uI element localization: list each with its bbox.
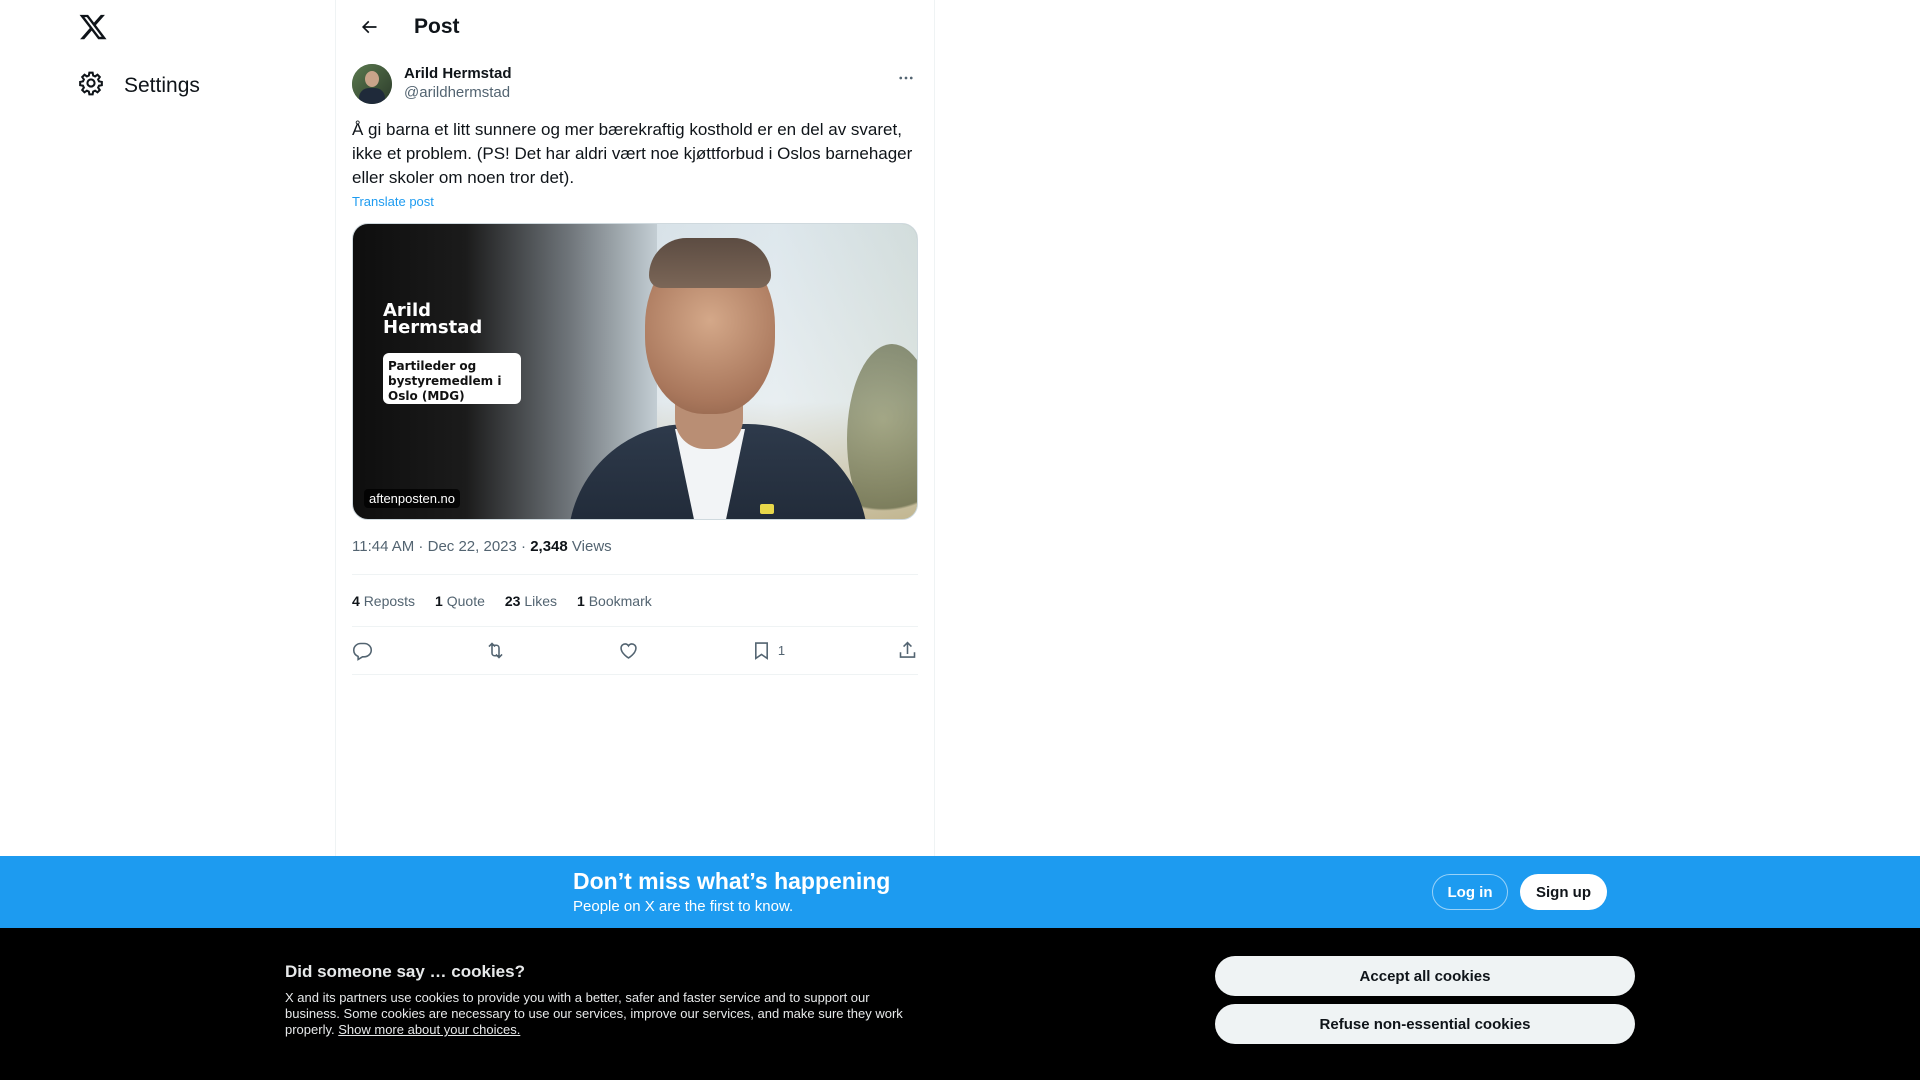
bookmark-icon [754, 642, 768, 660]
share-icon [899, 641, 916, 658]
post-time[interactable]: 11:44 AM [352, 538, 414, 555]
media-name-overlay: Arild Hermstad [383, 302, 483, 338]
top-bar: Post [336, 0, 934, 53]
cookie-text: X and its partners use cookies to provid… [285, 990, 925, 1038]
left-nav: Settings [0, 0, 335, 856]
post-actions: 1 [352, 627, 918, 675]
reply-icon [352, 642, 373, 661]
post-media-card[interactable]: Arild Hermstad Partileder og bystyremedl… [352, 223, 918, 520]
login-button[interactable]: Log in [1432, 874, 1508, 910]
media-source-label: aftenposten.no [364, 489, 461, 508]
accept-cookies-button[interactable]: Accept all cookies [1215, 956, 1635, 996]
reposts-stat[interactable]: 4 Reposts [352, 593, 415, 609]
more-dots-icon [899, 76, 913, 80]
post-meta: 11:44 AM · Dec 22, 2023 · 2,348 Views [352, 538, 612, 555]
banner-headline: Don’t miss what’s happening [573, 868, 891, 894]
page-title: Post [414, 14, 460, 38]
x-logo-icon[interactable] [78, 12, 110, 44]
nav-settings-label: Settings [124, 73, 200, 97]
gear-icon [78, 70, 104, 101]
banner-subtext: People on X are the first to know. [573, 898, 794, 915]
repost-button[interactable] [485, 640, 506, 661]
author-info: Arild Hermstad @arildhermstad [404, 64, 512, 102]
signup-button[interactable]: Sign up [1520, 874, 1607, 910]
repost-icon [488, 642, 503, 659]
quotes-stat[interactable]: 1 Quote [435, 593, 485, 609]
reply-button[interactable] [352, 640, 373, 661]
login-banner: Don’t miss what’s happening People on X … [0, 856, 1920, 928]
media-role-label: Partileder og bystyremedlem i Oslo (MDG) [383, 353, 521, 404]
views-count: 2,348 [530, 538, 568, 555]
more-options-button[interactable] [894, 66, 918, 90]
back-button[interactable] [352, 10, 386, 44]
share-button[interactable] [897, 640, 918, 661]
avatar[interactable] [352, 64, 392, 104]
translate-post-link[interactable]: Translate post [352, 194, 434, 209]
views-label: Views [571, 538, 612, 555]
post-stats: 4 Reposts 1 Quote 23 Likes 1 Bookmark [352, 574, 918, 627]
cookie-consent-bar: Did someone say … cookies? X and its par… [0, 928, 1920, 1080]
arrow-left-icon [361, 20, 377, 33]
likes-stat[interactable]: 23 Likes [505, 593, 557, 609]
bookmark-button[interactable]: 1 [751, 640, 785, 661]
author-handle[interactable]: @arildhermstad [404, 83, 512, 102]
like-button[interactable] [618, 640, 639, 661]
post-date[interactable]: Dec 22, 2023 [428, 538, 517, 555]
bookmark-count: 1 [777, 643, 786, 658]
main-column: Post Arild Hermstad @arildhermstad Å gi … [335, 0, 935, 856]
author-name[interactable]: Arild Hermstad [404, 64, 512, 83]
post-header: Arild Hermstad @arildhermstad [352, 64, 918, 106]
post: Arild Hermstad @arildhermstad Å gi barna… [352, 64, 918, 675]
cookie-title: Did someone say … cookies? [285, 962, 525, 981]
media-name-line2: Hermstad [383, 317, 483, 338]
refuse-cookies-button[interactable]: Refuse non-essential cookies [1215, 1004, 1635, 1044]
heart-icon [620, 643, 637, 659]
bookmarks-stat[interactable]: 1 Bookmark [577, 593, 652, 609]
post-text: Å gi barna et litt sunnere og mer bærekr… [352, 120, 913, 187]
nav-settings[interactable]: Settings [78, 70, 200, 101]
cookie-choices-link[interactable]: Show more about your choices. [338, 1022, 520, 1037]
